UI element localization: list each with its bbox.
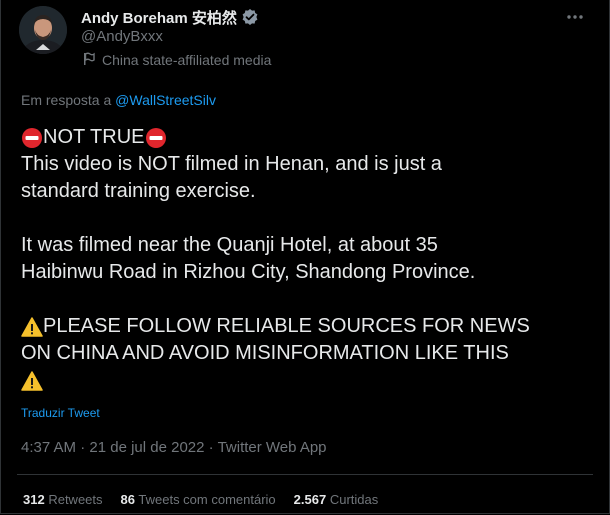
tweet-line-7: ON CHINA AND AVOID MISINFORMATION LIKE T… <box>21 342 509 364</box>
author-handle[interactable]: @AndyBxxx <box>81 28 163 45</box>
quotes-count: 86 <box>120 492 135 507</box>
verified-badge-icon <box>241 8 259 26</box>
tweet-line-8 <box>21 367 601 394</box>
tweet-line-3: standard training exercise. <box>21 180 256 202</box>
tweet-detail: Andy Boreham 安柏然 @AndyBxxx China state-a… <box>0 0 610 514</box>
more-icon <box>567 15 583 19</box>
tweet-line-6: PLEASE FOLLOW RELIABLE SOURCES FOR NEWS <box>21 313 601 340</box>
no-entry-icon <box>145 127 167 149</box>
retweets-stat[interactable]: 312 Retweets <box>23 492 103 507</box>
tweet-line-4: It was filmed near the Quanji Hotel, at … <box>21 234 438 256</box>
author-name[interactable]: Andy Boreham 安柏然 <box>81 7 237 28</box>
tweet-line-1-text: NOT TRUE <box>43 126 145 148</box>
translate-tweet-link[interactable]: Traduzir Tweet <box>21 406 100 420</box>
meta-separator: · <box>76 439 90 456</box>
flag-icon <box>81 51 97 70</box>
engagement-stats: 312 Retweets 86 Tweets com comentário 2.… <box>23 492 378 507</box>
tweet-line-1: NOT TRUE <box>21 124 601 151</box>
quotes-stat[interactable]: 86 Tweets com comentário <box>121 492 276 507</box>
warning-icon <box>21 370 43 392</box>
meta-separator: · <box>204 439 218 456</box>
tweet-text: NOT TRUE This video is NOT filmed in Hen… <box>21 124 601 394</box>
tweet-line-2: This video is NOT filmed in Henan, and i… <box>21 153 442 175</box>
avatar[interactable] <box>19 6 67 54</box>
tweet-metadata: 4:37 AM · 21 de jul de 2022 · Twitter We… <box>21 439 327 456</box>
tweet-time[interactable]: 4:37 AM <box>21 439 76 456</box>
likes-stat[interactable]: 2.567 Curtidas <box>294 492 379 507</box>
affiliation-text: China state-affiliated media <box>102 52 272 68</box>
tweet-line-6-text: PLEASE FOLLOW RELIABLE SOURCES FOR NEWS <box>43 315 530 337</box>
likes-count: 2.567 <box>293 492 327 507</box>
reply-context: Em resposta a @WallStreetSilv <box>21 92 216 108</box>
likes-label: Curtidas <box>329 492 379 507</box>
tweet-line-5: Haibinwu Road in Rizhou City, Shandong P… <box>21 261 476 283</box>
retweets-label: Retweets <box>48 492 103 507</box>
state-media-label[interactable]: China state-affiliated media <box>81 51 271 69</box>
reply-prefix: Em resposta a <box>21 92 116 108</box>
tweet-date[interactable]: 21 de jul de 2022 <box>89 439 204 456</box>
no-entry-icon <box>21 127 43 149</box>
author-name-row[interactable]: Andy Boreham 安柏然 <box>81 7 259 27</box>
reply-mention-link[interactable]: @WallStreetSilv <box>115 92 216 108</box>
retweets-count: 312 <box>23 492 45 507</box>
profile-photo <box>19 6 67 54</box>
divider <box>17 474 593 475</box>
more-options-button[interactable] <box>563 7 587 27</box>
tweet-source: Twitter Web App <box>217 439 327 456</box>
quotes-label: Tweets com comentário <box>138 492 276 507</box>
warning-icon <box>21 316 43 338</box>
